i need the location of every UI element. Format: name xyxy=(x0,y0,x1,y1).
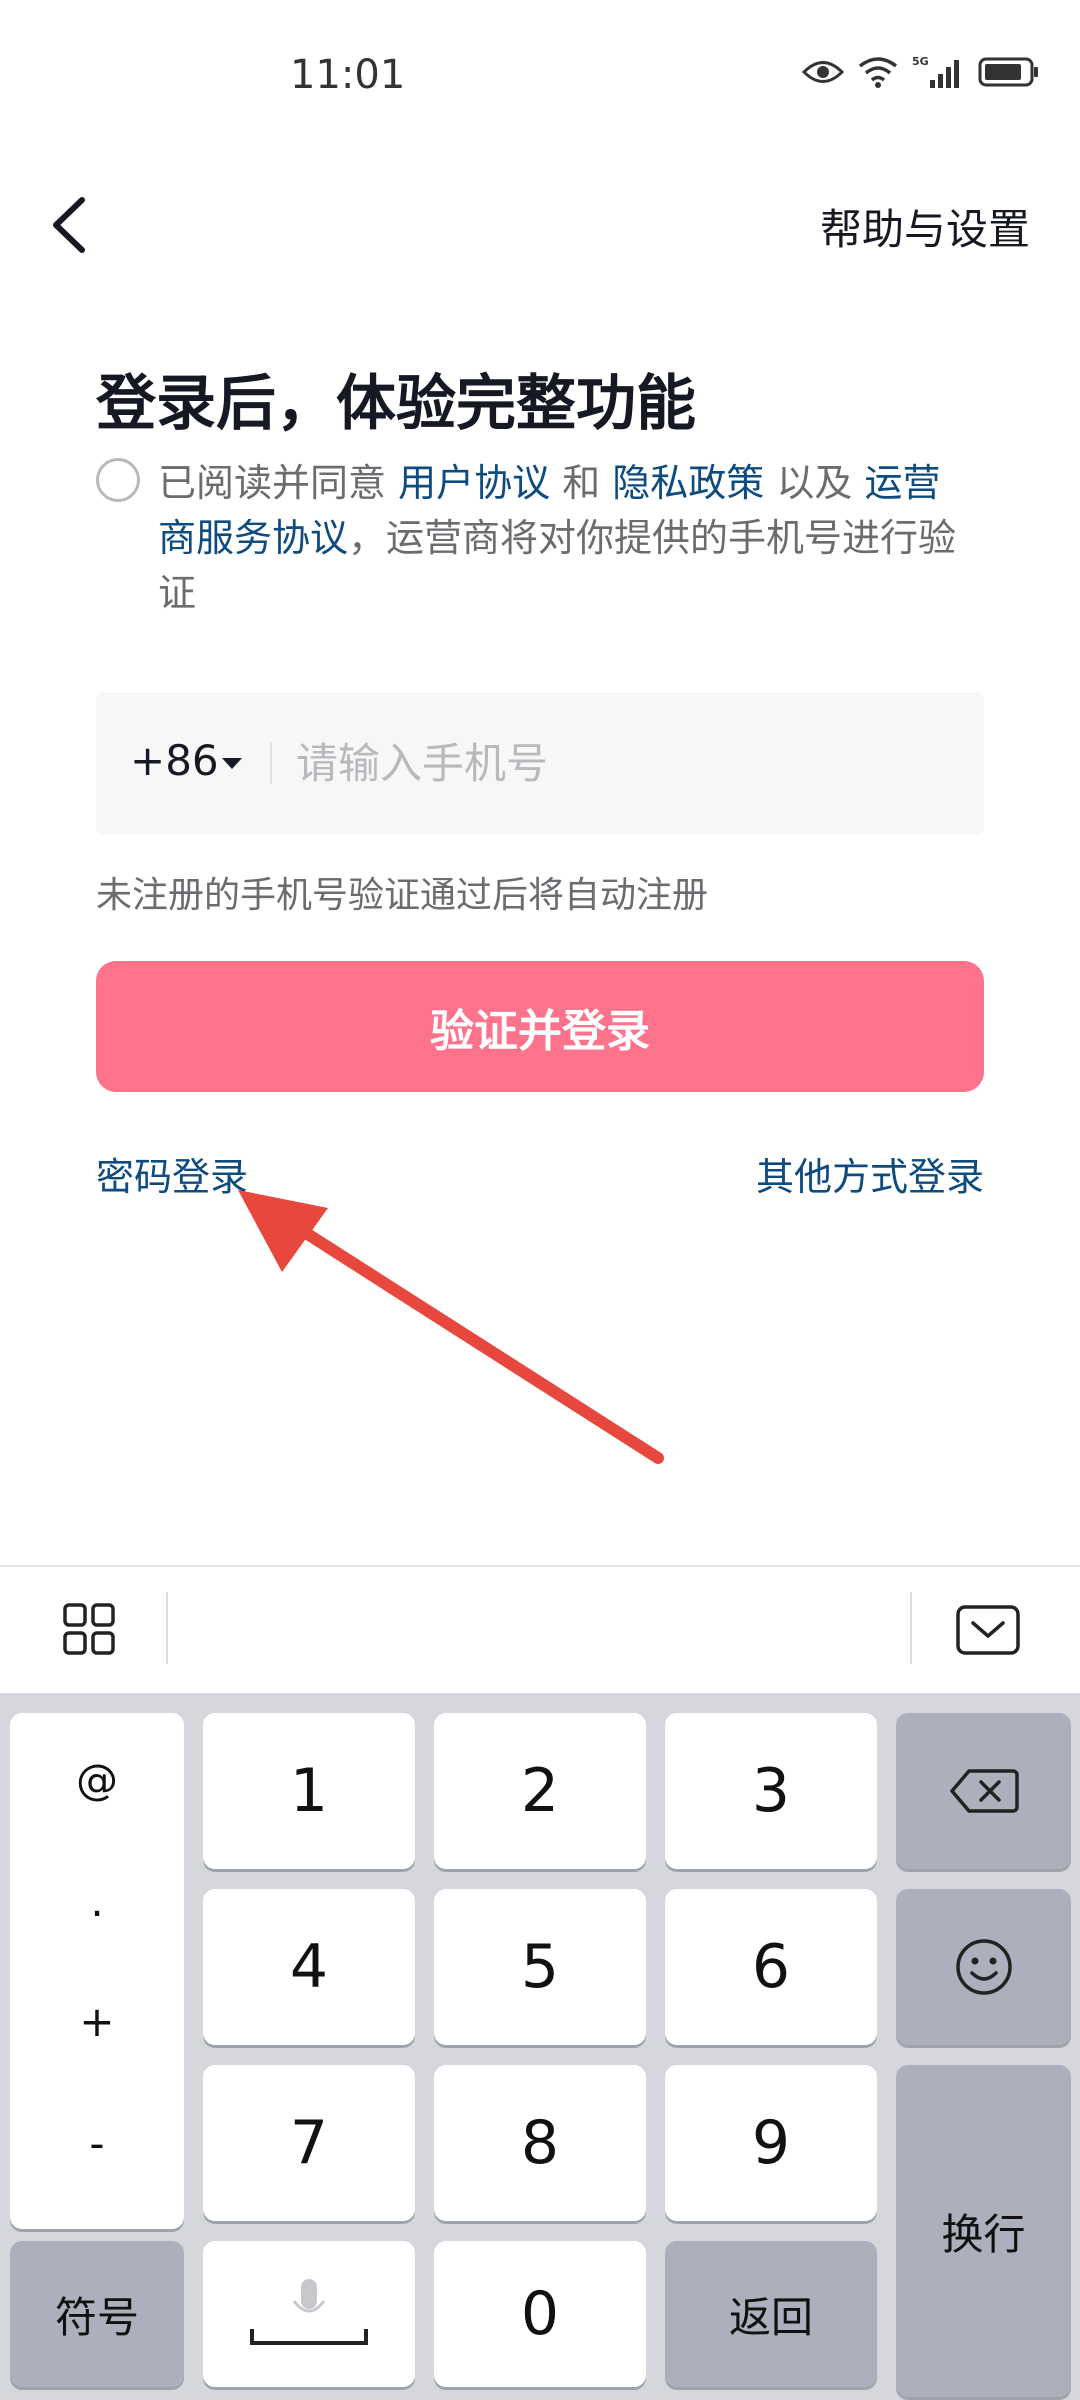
microphone-icon xyxy=(250,2279,368,2345)
verify-login-button[interactable]: 验证并登录 xyxy=(96,961,984,1092)
agreement-prefix: 已阅读并同意 xyxy=(158,461,399,505)
country-code-dropdown-icon[interactable] xyxy=(222,758,242,769)
toolbar-divider xyxy=(910,1592,912,1664)
agreement-row: 已阅读并同意 用户协议 和 隐私政策 以及 运营商服务协议，运营商将对你提供的手… xyxy=(96,456,976,621)
back-arrow-icon xyxy=(53,197,85,253)
numeric-keyboard: @ . + - 1 2 3 4 5 6 7 8 9 换行 符号 0 返回 xyxy=(0,1693,1080,2400)
agreement-and-also: 以及 xyxy=(764,461,865,505)
key-0[interactable]: 0 xyxy=(434,2241,646,2387)
symbol-column: @ . + - xyxy=(10,1713,184,2229)
agreement-text: 已阅读并同意 用户协议 和 隐私政策 以及 运营商服务协议，运营商将对你提供的手… xyxy=(158,456,958,621)
key-8[interactable]: 8 xyxy=(434,2065,646,2221)
other-login-link[interactable]: 其他方式登录 xyxy=(756,1146,984,1201)
privacy-policy-link[interactable]: 隐私政策 xyxy=(612,461,764,505)
toolbar-divider xyxy=(166,1592,168,1664)
phone-number-input[interactable] xyxy=(296,730,936,796)
backspace-icon xyxy=(949,1769,1019,1813)
auto-register-hint: 未注册的手机号验证通过后将自动注册 xyxy=(96,875,709,916)
key-4[interactable]: 4 xyxy=(203,1889,415,2045)
key-7[interactable]: 7 xyxy=(203,2065,415,2221)
key-2[interactable]: 2 xyxy=(434,1713,646,1869)
status-icons: 5G xyxy=(802,54,1040,90)
key-9[interactable]: 9 xyxy=(665,2065,877,2221)
key-6[interactable]: 6 xyxy=(665,1889,877,2045)
svg-text:5G: 5G xyxy=(912,55,929,68)
page-title: 登录后，体验完整功能 xyxy=(96,369,696,439)
phone-input-box: +86 xyxy=(96,692,984,835)
country-code-divider xyxy=(270,742,272,784)
status-time: 11:01 xyxy=(290,52,406,98)
newline-key[interactable]: 换行 xyxy=(896,2065,1071,2397)
key-at[interactable]: @ xyxy=(10,1755,184,1804)
agreement-and: 和 xyxy=(550,461,613,505)
wifi-icon xyxy=(858,57,898,88)
emoji-key[interactable] xyxy=(896,1889,1071,2045)
country-code[interactable]: +86 xyxy=(130,736,219,785)
key-5[interactable]: 5 xyxy=(434,1889,646,2045)
user-agreement-link[interactable]: 用户协议 xyxy=(398,461,550,505)
back-key[interactable]: 返回 xyxy=(665,2241,877,2387)
signal-5g-icon: 5G xyxy=(912,55,959,88)
keyboard-apps-icon[interactable] xyxy=(62,1602,116,1656)
annotation-arrow-icon xyxy=(238,1190,664,1464)
key-3[interactable]: 3 xyxy=(665,1713,877,1869)
space-voice-key[interactable] xyxy=(203,2241,415,2387)
key-minus[interactable]: - xyxy=(10,2119,184,2168)
battery-icon xyxy=(978,57,1038,87)
emoji-icon xyxy=(955,1939,1012,1995)
keyboard-toolbar xyxy=(0,1565,1080,1695)
symbols-key[interactable]: 符号 xyxy=(10,2241,184,2387)
keyboard-hide-icon[interactable] xyxy=(955,1604,1021,1656)
help-settings-link[interactable]: 帮助与设置 xyxy=(820,196,1030,257)
key-dot[interactable]: . xyxy=(10,1877,184,1926)
key-1[interactable]: 1 xyxy=(203,1713,415,1869)
agreement-radio[interactable] xyxy=(96,458,140,502)
eye-icon xyxy=(802,61,844,83)
backspace-key[interactable] xyxy=(896,1713,1071,1869)
back-button[interactable] xyxy=(44,190,104,260)
key-plus[interactable]: + xyxy=(10,1997,184,2046)
